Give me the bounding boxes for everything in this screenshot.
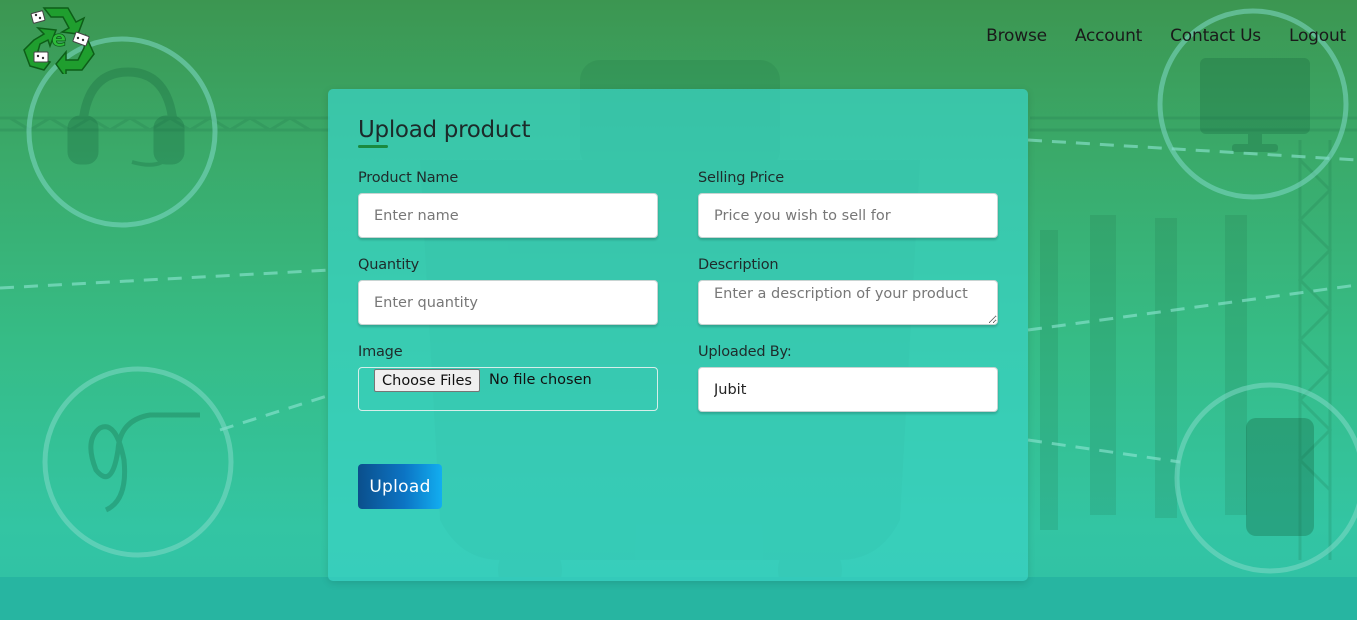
description-group: Description — [698, 257, 998, 329]
nav-contact-link[interactable]: Contact Us — [1170, 26, 1261, 46]
description-label: Description — [698, 257, 779, 273]
image-file-input[interactable]: Choose Files No file chosen — [358, 367, 658, 411]
product-name-group: Product Name — [358, 170, 658, 238]
recycle-logo-icon[interactable]: e — [22, 4, 96, 74]
nav-logout-link[interactable]: Logout — [1289, 26, 1346, 46]
selling-price-label: Selling Price — [698, 170, 784, 186]
title-underline — [358, 145, 388, 148]
description-textarea[interactable] — [698, 280, 998, 325]
uploaded-by-group: Uploaded By: — [698, 344, 998, 412]
quantity-group: Quantity — [358, 257, 658, 325]
file-status-text: No file chosen — [489, 372, 592, 388]
nav-account-link[interactable]: Account — [1075, 26, 1142, 46]
image-group: Image Choose Files No file chosen — [358, 344, 658, 411]
top-nav: Browse Account Contact Us Logout — [958, 26, 1346, 46]
floor-band — [0, 577, 1357, 620]
selling-price-input[interactable] — [698, 193, 998, 238]
quantity-input[interactable] — [358, 280, 658, 325]
uploaded-by-label: Uploaded By: — [698, 344, 792, 360]
selling-price-group: Selling Price — [698, 170, 998, 238]
nav-browse-link[interactable]: Browse — [986, 26, 1047, 46]
choose-files-button[interactable]: Choose Files — [374, 369, 480, 392]
product-name-label: Product Name — [358, 170, 459, 186]
uploaded-by-input[interactable] — [698, 367, 998, 412]
upload-product-card: Upload product Product Name Selling Pric… — [328, 89, 1028, 581]
upload-button[interactable]: Upload — [358, 464, 442, 509]
logo-letter: e — [52, 27, 67, 52]
quantity-label: Quantity — [358, 257, 420, 273]
product-name-input[interactable] — [358, 193, 658, 238]
image-label: Image — [358, 344, 403, 360]
page-title: Upload product — [358, 117, 531, 143]
